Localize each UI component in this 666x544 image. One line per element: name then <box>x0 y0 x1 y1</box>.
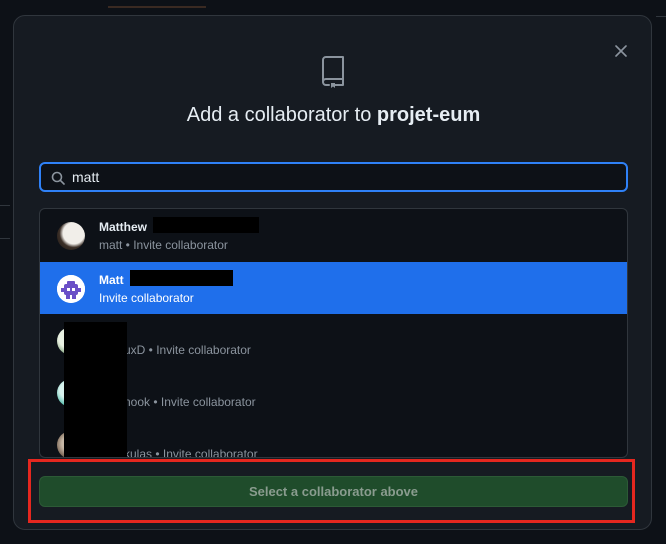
redaction <box>153 217 259 233</box>
select-collaborator-button[interactable]: Select a collaborator above <box>39 476 628 507</box>
results-list: Matthew matt • Invite collaborator Matt <box>39 208 628 458</box>
redaction <box>130 270 233 286</box>
search-icon <box>51 171 65 185</box>
search-input[interactable] <box>72 164 612 190</box>
list-item-subtitle: nook • Invite collaborator <box>124 395 256 409</box>
add-collaborator-dialog: Add a collaborator to projet-eum Matthew… <box>13 15 652 530</box>
list-item[interactable]: uxD • Invite collaborator <box>40 314 627 366</box>
list-item-subtitle: kulas • Invite collaborator <box>124 447 258 458</box>
avatar <box>57 222 85 250</box>
list-item-name: Matthew <box>99 220 147 234</box>
background-tab-underline <box>108 6 206 8</box>
list-item-name: Matt <box>99 273 124 287</box>
repo-icon <box>322 56 344 88</box>
list-item-subtitle: uxD • Invite collaborator <box>124 343 251 357</box>
list-item-selected[interactable]: Matt Invite collaborator <box>40 262 627 314</box>
background-divider <box>656 16 666 17</box>
repo-name: projet-eum <box>376 104 481 126</box>
title-prefix: Add a collaborator to <box>186 104 377 126</box>
list-item[interactable]: kulas • Invite collaborator <box>40 418 627 458</box>
search-field[interactable] <box>39 162 628 192</box>
dialog-title: Add a collaborator to projet-eum <box>14 104 653 127</box>
background-divider <box>0 205 10 206</box>
background-divider <box>0 238 10 239</box>
robot-icon <box>57 275 85 303</box>
close-icon[interactable] <box>613 43 629 59</box>
redaction <box>64 322 127 457</box>
list-item[interactable]: Matthew matt • Invite collaborator <box>40 209 627 261</box>
list-item[interactable]: nook • Invite collaborator <box>40 366 627 418</box>
list-item-subtitle: Invite collaborator <box>99 291 194 305</box>
list-item-subtitle: matt • Invite collaborator <box>99 238 228 252</box>
